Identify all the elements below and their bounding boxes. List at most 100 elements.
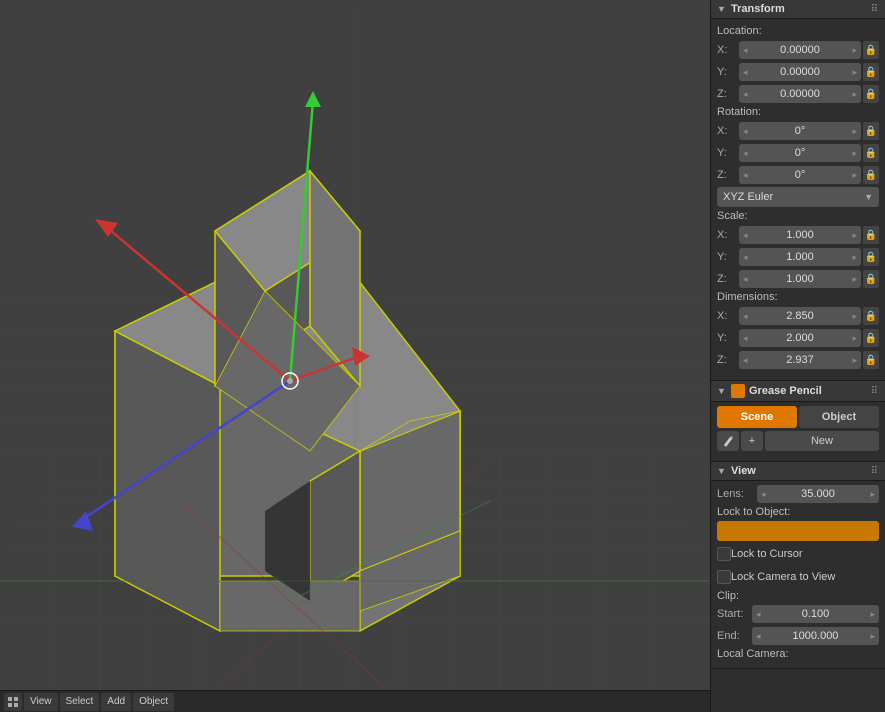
dim-x-label: X: bbox=[717, 310, 739, 322]
add-menu[interactable]: Add bbox=[101, 693, 131, 711]
rot-x-lock[interactable]: 🔒 bbox=[863, 122, 879, 140]
rotation-y-row: Y: ◂ 0° ▸ 🔒 bbox=[717, 143, 879, 163]
rotation-z-row: Z: ◂ 0° ▸ 🔒 bbox=[717, 165, 879, 185]
scale-y-value: 1.000 bbox=[748, 251, 853, 263]
lens-input[interactable]: ◂ 35.000 ▸ bbox=[757, 485, 879, 503]
rot-y-value: 0° bbox=[748, 147, 853, 159]
lens-row: Lens: ◂ 35.000 ▸ bbox=[717, 485, 879, 503]
location-y-row: Y: ◂ 0.00000 ▸ 🔒 bbox=[717, 62, 879, 82]
gp-title: Grease Pencil bbox=[749, 385, 871, 397]
gp-body: Scene Object + New bbox=[711, 402, 885, 457]
gp-object-btn[interactable]: Object bbox=[799, 406, 879, 428]
loc-x-input[interactable]: ◂ 0.00000 ▸ bbox=[739, 41, 861, 59]
gp-scene-btn[interactable]: Scene bbox=[717, 406, 797, 428]
loc-x-increase[interactable]: ▸ bbox=[852, 45, 857, 56]
dim-y-increase[interactable]: ▸ bbox=[852, 333, 857, 344]
object-menu[interactable]: Object bbox=[133, 693, 174, 711]
scale-y-input[interactable]: ◂ 1.000 ▸ bbox=[739, 248, 861, 266]
lock-camera-row: Lock Camera to View bbox=[717, 567, 879, 587]
select-menu[interactable]: Select bbox=[60, 693, 100, 711]
clip-end-value: 1000.000 bbox=[761, 630, 871, 642]
scale-x-row: X: ◂ 1.000 ▸ 🔒 bbox=[717, 225, 879, 245]
dim-z-increase[interactable]: ▸ bbox=[852, 355, 857, 366]
rot-x-input[interactable]: ◂ 0° ▸ bbox=[739, 122, 861, 140]
dim-z-input[interactable]: ◂ 2.937 ▸ bbox=[739, 351, 861, 369]
scale-label: Scale: bbox=[717, 210, 879, 222]
dim-z-lock[interactable]: 🔒 bbox=[863, 351, 879, 369]
transform-options-icon[interactable]: ⠿ bbox=[871, 4, 879, 15]
scale-x-label: X: bbox=[717, 229, 739, 241]
dim-x-increase[interactable]: ▸ bbox=[852, 311, 857, 322]
clip-start-row: Start: ◂ 0.100 ▸ bbox=[717, 604, 879, 624]
gp-plus-btn[interactable]: + bbox=[741, 431, 763, 451]
rot-z-label: Z: bbox=[717, 169, 739, 181]
loc-x-value: 0.00000 bbox=[748, 44, 853, 56]
lock-object-field[interactable] bbox=[717, 521, 879, 541]
rot-y-input[interactable]: ◂ 0° ▸ bbox=[739, 144, 861, 162]
loc-x-lock[interactable]: 🔒 bbox=[863, 41, 879, 59]
loc-y-increase[interactable]: ▸ bbox=[852, 67, 857, 78]
grease-pencil-header[interactable]: ▼ Grease Pencil ⠿ bbox=[711, 381, 885, 402]
view-options-icon[interactable]: ⠿ bbox=[871, 466, 879, 477]
clip-start-label: Start: bbox=[717, 608, 752, 620]
local-camera-label: Local Camera: bbox=[717, 648, 879, 660]
rot-z-input[interactable]: ◂ 0° ▸ bbox=[739, 166, 861, 184]
rot-z-lock[interactable]: 🔒 bbox=[863, 166, 879, 184]
gp-new-btn[interactable]: New bbox=[765, 431, 879, 451]
gp-options-icon[interactable]: ⠿ bbox=[871, 386, 879, 397]
rot-z-value: 0° bbox=[748, 169, 853, 181]
lock-cursor-row: Lock to Cursor bbox=[717, 544, 879, 564]
location-label: Location: bbox=[717, 25, 879, 37]
rotation-mode-dropdown[interactable]: XYZ Euler ▼ bbox=[717, 187, 879, 207]
dim-x-lock[interactable]: 🔒 bbox=[863, 307, 879, 325]
dim-x-input[interactable]: ◂ 2.850 ▸ bbox=[739, 307, 861, 325]
dim-y-lock[interactable]: 🔒 bbox=[863, 329, 879, 347]
rot-x-value: 0° bbox=[748, 125, 853, 137]
rot-y-lock[interactable]: 🔒 bbox=[863, 144, 879, 162]
loc-y-label: Y: bbox=[717, 66, 739, 78]
gp-checkbox-icon[interactable] bbox=[731, 384, 745, 398]
view-menu[interactable]: View bbox=[24, 693, 58, 711]
view-menu-btn[interactable] bbox=[4, 693, 22, 711]
transform-title: Transform bbox=[731, 3, 871, 15]
location-z-row: Z: ◂ 0.00000 ▸ 🔒 bbox=[717, 84, 879, 104]
rotation-mode-arrow-icon: ▼ bbox=[864, 192, 873, 202]
lens-increase[interactable]: ▸ bbox=[870, 489, 875, 500]
scale-y-lock[interactable]: 🔒 bbox=[863, 248, 879, 266]
dim-y-input[interactable]: ◂ 2.000 ▸ bbox=[739, 329, 861, 347]
clip-start-input[interactable]: ◂ 0.100 ▸ bbox=[752, 605, 879, 623]
scale-x-input[interactable]: ◂ 1.000 ▸ bbox=[739, 226, 861, 244]
gp-pencil-btn[interactable] bbox=[717, 431, 739, 451]
clip-start-value: 0.100 bbox=[761, 608, 871, 620]
scale-y-increase[interactable]: ▸ bbox=[852, 252, 857, 263]
bottom-toolbar: View Select Add Object bbox=[0, 690, 710, 712]
lock-object-label: Lock to Object: bbox=[717, 506, 879, 518]
transform-header[interactable]: ▼ Transform ⠿ bbox=[711, 0, 885, 19]
rot-z-increase[interactable]: ▸ bbox=[852, 170, 857, 181]
lock-camera-checkbox[interactable] bbox=[717, 570, 731, 584]
lock-camera-label[interactable]: Lock Camera to View bbox=[731, 571, 835, 583]
loc-z-label: Z: bbox=[717, 88, 739, 100]
scale-x-lock[interactable]: 🔒 bbox=[863, 226, 879, 244]
scale-x-increase[interactable]: ▸ bbox=[852, 230, 857, 241]
loc-y-lock[interactable]: 🔒 bbox=[863, 63, 879, 81]
scale-z-lock[interactable]: 🔒 bbox=[863, 270, 879, 288]
clip-start-increase[interactable]: ▸ bbox=[870, 609, 875, 620]
loc-z-value: 0.00000 bbox=[748, 88, 853, 100]
lock-cursor-checkbox[interactable] bbox=[717, 547, 731, 561]
loc-z-input[interactable]: ◂ 0.00000 ▸ bbox=[739, 85, 861, 103]
rotation-mode-value: XYZ Euler bbox=[723, 191, 864, 203]
clip-end-input[interactable]: ◂ 1000.000 ▸ bbox=[752, 627, 879, 645]
scale-z-input[interactable]: ◂ 1.000 ▸ bbox=[739, 270, 861, 288]
clip-end-increase[interactable]: ▸ bbox=[870, 631, 875, 642]
view-header[interactable]: ▼ View ⠿ bbox=[711, 462, 885, 481]
rot-x-increase[interactable]: ▸ bbox=[852, 126, 857, 137]
scale-z-increase[interactable]: ▸ bbox=[852, 274, 857, 285]
viewport[interactable]: View Select Add Object bbox=[0, 0, 710, 712]
rot-y-increase[interactable]: ▸ bbox=[852, 148, 857, 159]
loc-z-increase[interactable]: ▸ bbox=[852, 89, 857, 100]
loc-z-lock[interactable]: 🔒 bbox=[863, 85, 879, 103]
lock-cursor-label[interactable]: Lock to Cursor bbox=[731, 548, 803, 560]
loc-y-input[interactable]: ◂ 0.00000 ▸ bbox=[739, 63, 861, 81]
rot-y-label: Y: bbox=[717, 147, 739, 159]
